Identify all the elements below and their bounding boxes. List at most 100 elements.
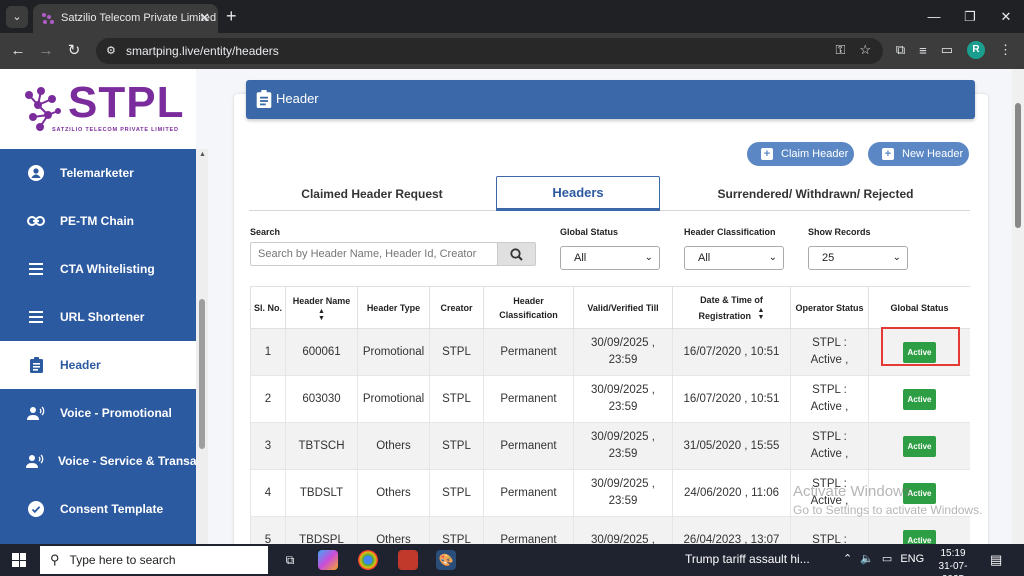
sidebar-item-consent-template[interactable]: Consent Template: [0, 485, 196, 533]
paint-icon[interactable]: 🎨: [436, 550, 456, 570]
chrome-profile-icon[interactable]: [398, 550, 418, 570]
cell-header-name: 603030: [285, 375, 358, 423]
operator-state: Active ,: [810, 401, 849, 413]
sidebar-item-label: Voice - Service & Transactional: [58, 454, 196, 468]
url-text[interactable]: smartping.live/entity/headers: [126, 44, 279, 58]
media-icon[interactable]: ≡: [919, 43, 927, 58]
copilot-icon[interactable]: [318, 550, 338, 570]
tab-claimed-header-request[interactable]: Claimed Header Request: [249, 176, 495, 211]
sidebar-scroll-thumb[interactable]: [199, 299, 205, 449]
logo[interactable]: STPL SATZILIO TELECOM PRIVATE LIMITED: [0, 69, 196, 149]
windows-start-icon[interactable]: [12, 553, 26, 567]
clock-date: 31-07-2025: [938, 561, 968, 576]
notification-icon[interactable]: ▤: [990, 552, 1002, 568]
operator-name: STPL :: [812, 384, 847, 396]
tab-surrendered-withdrawn-rejected[interactable]: Surrendered/ Withdrawn/ Rejected: [661, 176, 970, 211]
restore-icon[interactable]: ❐: [952, 0, 988, 33]
sidebar-item-label: CTA Whitelisting: [60, 262, 155, 276]
cell-classification: Permanent: [483, 469, 574, 517]
browser-tab[interactable]: Satzilio Telecom Private Limited ✕: [33, 4, 218, 33]
sort-icon[interactable]: ▲ ▼: [758, 307, 765, 321]
chrome-icon[interactable]: [358, 550, 378, 570]
sidebar-item-pe-tm-chain[interactable]: PE-TM Chain: [0, 197, 196, 245]
tab-search-menu-icon[interactable]: ⌄: [6, 6, 28, 28]
tray-chevron-icon[interactable]: ⌃: [843, 552, 852, 565]
cell-header-name: TBDSLT: [285, 469, 358, 517]
sidebar-item-label: Consent Template: [60, 502, 164, 516]
sidebar-item-voice-promotional[interactable]: Voice - Promotional: [0, 389, 196, 437]
search-button[interactable]: [497, 242, 536, 266]
profile-avatar[interactable]: R: [967, 41, 985, 59]
sidebar-item-label: Telemarketer: [60, 166, 134, 180]
status-badge: Active: [903, 435, 936, 457]
activate-windows-watermark: Activate Windows Go to Settings to activ…: [793, 483, 982, 519]
header-tabs: Claimed Header Request Headers Surrender…: [249, 176, 970, 211]
bookmark-star-icon[interactable]: ☆: [859, 42, 871, 58]
sidebar-item-cta-whitelisting[interactable]: CTA Whitelisting: [0, 245, 196, 293]
page-scroll-thumb[interactable]: [1015, 103, 1021, 228]
taskbar-search[interactable]: ⚲ Type here to search: [40, 546, 268, 574]
search-input[interactable]: [251, 243, 497, 265]
address-bar[interactable]: ⚙ smartping.live/entity/headers ⚿ ☆: [96, 38, 883, 64]
clock[interactable]: 15:19 31-07-2025: [928, 547, 978, 576]
valid-date: 30/09/2025 ,: [591, 533, 655, 545]
network-icon[interactable]: ▭: [882, 552, 892, 565]
forward-icon[interactable]: →: [36, 41, 56, 61]
operator-state: Active ,: [810, 354, 849, 366]
password-key-icon[interactable]: ⚿: [835, 42, 845, 58]
sidebar-item-label: PE-TM Chain: [60, 214, 134, 228]
plus-icon: +: [761, 148, 773, 160]
show-records-select[interactable]: 25 ⌄: [808, 246, 908, 270]
minimize-icon[interactable]: —: [916, 0, 952, 33]
operator-name: STPL :: [812, 337, 847, 349]
search-field[interactable]: [250, 242, 498, 266]
col-global-status: Global Status: [868, 286, 970, 329]
table-row[interactable]: 3 TBTSCH Others STPL Permanent 30/09/202…: [250, 422, 970, 470]
table-row[interactable]: 1 600061 Promotional STPL Permanent 30/0…: [250, 328, 970, 376]
valid-time: 23:59: [608, 354, 638, 366]
news-widget[interactable]: Trump tariff assault hi...: [685, 552, 810, 566]
classification-value: All: [698, 252, 711, 264]
voice-user-icon: [26, 403, 46, 423]
tab-group-icon[interactable]: ▭: [941, 42, 953, 58]
tab-close-icon[interactable]: ✕: [199, 10, 210, 26]
sidebar-menu: Telemarketer PE-TM Chain CTA Whitelistin…: [0, 149, 196, 533]
back-icon[interactable]: ←: [8, 41, 28, 61]
language-indicator[interactable]: ENG: [900, 553, 924, 565]
global-status-select[interactable]: All ⌄: [560, 246, 660, 270]
col-header-name[interactable]: Header Name ▲ ▼: [285, 286, 358, 329]
favicon-icon: [42, 13, 54, 24]
extensions-icon[interactable]: ⧉: [896, 42, 905, 58]
classification-select[interactable]: All ⌄: [684, 246, 784, 270]
sidebar-item-telemarketer[interactable]: Telemarketer: [0, 149, 196, 197]
cell-global-status: Active: [868, 375, 970, 423]
close-window-icon[interactable]: ✕: [988, 0, 1024, 33]
sidebar-item-url-shortener[interactable]: URL Shortener: [0, 293, 196, 341]
cell-global-status: Active: [868, 516, 970, 544]
scroll-up-arrow-icon[interactable]: ▲: [199, 151, 206, 158]
sidebar-scrollbar[interactable]: ▲: [196, 149, 208, 544]
new-header-button[interactable]: + New Header: [868, 142, 969, 166]
sidebar-item-voice-service[interactable]: Voice - Service & Transactional: [0, 437, 196, 485]
browser-menu-icon[interactable]: ⋮: [999, 42, 1012, 58]
col-registration-date[interactable]: Date & Time of Registration ▲ ▼: [672, 286, 791, 329]
window-controls: — ❐ ✕: [916, 0, 1024, 33]
volume-icon[interactable]: 🔈: [860, 552, 874, 565]
cell-header-type: Others: [357, 422, 430, 470]
windows-taskbar: ⚲ Type here to search ⧉ 🎨 Trump tariff a…: [0, 544, 1024, 576]
sort-icon[interactable]: ▲ ▼: [286, 308, 357, 322]
new-tab-icon[interactable]: +: [226, 6, 237, 26]
table-row[interactable]: 5 TBDSPL Others STPL Permanent 30/09/202…: [250, 516, 970, 545]
cell-classification: Permanent: [483, 375, 574, 423]
tab-headers[interactable]: Headers: [496, 176, 660, 211]
claim-header-button[interactable]: + Claim Header: [747, 142, 854, 166]
list-icon: [26, 307, 46, 327]
status-badge: Active: [903, 388, 936, 410]
cell-sl: 5: [250, 516, 286, 544]
reload-icon[interactable]: ↻: [64, 41, 84, 61]
page-scrollbar[interactable]: [1012, 69, 1024, 544]
sidebar-item-header[interactable]: Header: [0, 341, 196, 389]
task-view-icon[interactable]: ⧉: [280, 550, 300, 570]
site-info-icon[interactable]: ⚙: [106, 44, 120, 58]
table-row[interactable]: 2 603030 Promotional STPL Permanent 30/0…: [250, 375, 970, 423]
